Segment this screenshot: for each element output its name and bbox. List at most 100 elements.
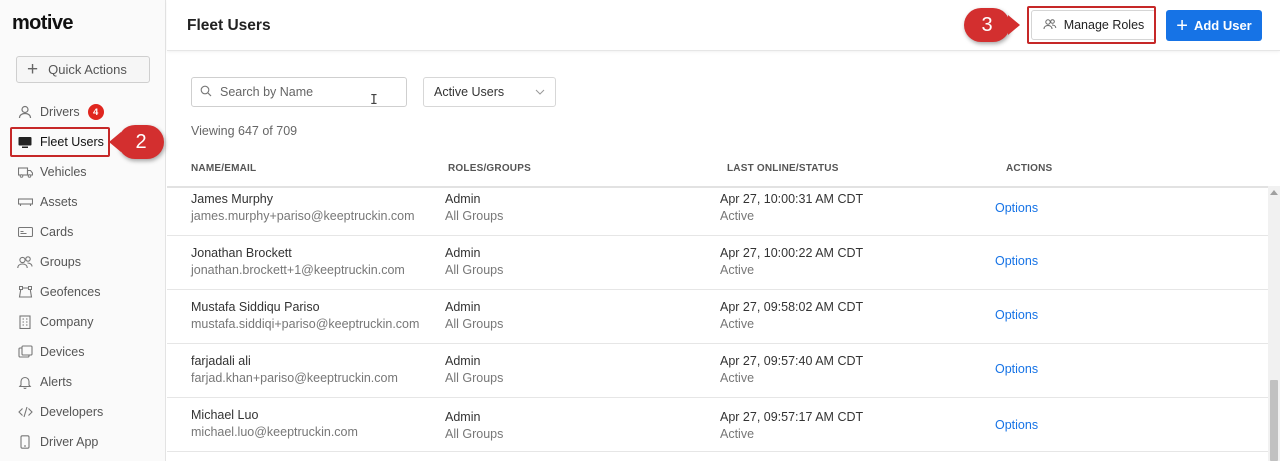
step-callout-3: 3: [964, 8, 1020, 42]
search-placeholder: Search by Name: [220, 85, 314, 99]
user-status: Active: [720, 209, 755, 223]
sidebar-item-company[interactable]: Company: [0, 307, 166, 337]
step-callout-2: 2: [109, 125, 164, 159]
column-header-actions: ACTIONS: [1006, 163, 1053, 174]
groups-icon: [17, 254, 33, 270]
sidebar-item-drivers[interactable]: Drivers 4: [0, 97, 166, 127]
sidebar-item-devices[interactable]: Devices: [0, 337, 166, 367]
user-group: All Groups: [445, 209, 504, 223]
sidebar-item-label: Devices: [40, 345, 85, 359]
manage-roles-label: Manage Roles: [1063, 18, 1145, 32]
chevron-down-icon: [535, 87, 545, 98]
user-group: All Groups: [445, 371, 504, 385]
table-row: farjadali ali farjad.khan+pariso@keeptru…: [167, 344, 1268, 398]
sidebar-item-label: Driver App: [40, 435, 99, 449]
sidebar-item-label: Alerts: [40, 375, 72, 389]
options-link[interactable]: Options: [995, 253, 1038, 270]
status-filter-select[interactable]: Active Users: [423, 77, 556, 107]
add-user-button[interactable]: + Add User: [1166, 10, 1262, 41]
sidebar-item-label: Vehicles: [40, 165, 87, 179]
monitor-icon: [17, 134, 33, 150]
user-name: Mustafa Siddiqu Pariso: [191, 300, 320, 314]
table-row: Jonathan Brockett jonathan.brockett+1@ke…: [167, 236, 1268, 290]
callout-badge: 2: [118, 125, 164, 159]
sidebar-item-label: Assets: [40, 195, 78, 209]
user-status: Active: [720, 317, 755, 331]
user-role: Admin: [445, 354, 481, 368]
sidebar-item-label: Company: [40, 315, 94, 329]
app-window: motive + Quick Actions Drivers 4 Fleet U…: [0, 0, 1280, 461]
table-row: Mustafa Siddiqu Pariso mustafa.siddiqi+p…: [167, 290, 1268, 344]
sidebar-item-label: Cards: [40, 225, 74, 239]
sidebar-item-alerts[interactable]: Alerts: [0, 367, 166, 397]
page-title: Fleet Users: [187, 17, 271, 34]
last-online: Apr 27, 10:00:22 AM CDT: [720, 246, 864, 260]
options-link[interactable]: Options: [995, 417, 1038, 434]
add-user-label: Add User: [1193, 18, 1252, 33]
column-header-last-online[interactable]: LAST ONLINE/STATUS: [727, 163, 839, 174]
result-count: Viewing 647 of 709: [191, 124, 298, 138]
options-link[interactable]: Options: [995, 307, 1038, 324]
sidebar-item-label: Fleet Users: [40, 135, 104, 149]
bell-icon: [17, 374, 33, 390]
callout-pointer: [109, 132, 121, 152]
sidebar-item-groups[interactable]: Groups: [0, 247, 166, 277]
user-role: Admin: [445, 192, 481, 206]
person-icon: [17, 104, 33, 120]
user-status: Active: [720, 263, 755, 277]
table-row: Michael Luo michael.luo@keeptruckin.com …: [167, 398, 1268, 452]
sidebar-item-geofences[interactable]: Geofences: [0, 277, 166, 307]
user-group: All Groups: [445, 427, 504, 441]
user-name: farjadali ali: [191, 354, 251, 368]
plus-icon: +: [1176, 14, 1188, 37]
sidebar-item-cards[interactable]: Cards: [0, 217, 166, 247]
user-table-body: James Murphy james.murphy+pariso@keeptru…: [167, 188, 1268, 461]
last-online: Apr 27, 09:58:02 AM CDT: [720, 300, 864, 314]
sidebar-item-driver-app[interactable]: Driver App: [0, 427, 166, 457]
sidebar-item-developers[interactable]: Developers: [0, 397, 166, 427]
devices-icon: [17, 344, 33, 360]
quick-actions-label: Quick Actions: [48, 62, 127, 77]
plus-icon: +: [27, 59, 39, 80]
truck-icon: [17, 164, 33, 180]
search-icon: [200, 85, 212, 100]
sidebar-item-vehicles[interactable]: Vehicles: [0, 157, 166, 187]
building-icon: [17, 314, 33, 330]
manage-roles-button[interactable]: Manage Roles: [1031, 10, 1156, 40]
options-link[interactable]: Options: [995, 200, 1038, 217]
phone-icon: [17, 434, 33, 450]
options-link[interactable]: Options: [995, 361, 1038, 378]
notification-badge: 4: [87, 104, 104, 120]
roles-icon: [1043, 18, 1057, 33]
text-cursor-icon: I: [370, 93, 378, 108]
status-filter-value: Active Users: [434, 85, 505, 99]
quick-actions-button[interactable]: + Quick Actions: [16, 56, 150, 83]
user-name: Michael Luo: [191, 408, 259, 422]
user-name: Jonathan Brockett: [191, 246, 292, 260]
user-status: Active: [720, 427, 755, 441]
last-online: Apr 27, 09:57:17 AM CDT: [720, 410, 864, 424]
user-role: Admin: [445, 246, 481, 260]
column-header-name[interactable]: NAME/EMAIL: [191, 163, 256, 174]
scroll-up-arrow-icon[interactable]: [1270, 190, 1278, 195]
user-name: James Murphy: [191, 192, 273, 206]
motive-logo[interactable]: motive: [12, 12, 73, 35]
callout-badge: 3: [964, 8, 1010, 42]
scrollbar-thumb[interactable]: [1270, 380, 1278, 461]
user-email: michael.luo@keeptruckin.com: [191, 425, 358, 439]
sidebar-item-label: Drivers: [40, 105, 80, 119]
user-role: Admin: [445, 300, 481, 314]
sidebar-item-assets[interactable]: Assets: [0, 187, 166, 217]
user-email: mustafa.siddiqi+pariso@keeptruckin.com: [191, 317, 420, 331]
user-email: james.murphy+pariso@keeptruckin.com: [191, 209, 415, 223]
user-email: jonathan.brockett+1@keeptruckin.com: [191, 263, 405, 277]
user-email: farjad.khan+pariso@keeptruckin.com: [191, 371, 398, 385]
user-group: All Groups: [445, 317, 504, 331]
sidebar-item-label: Geofences: [40, 285, 101, 299]
table-scrollbar[interactable]: [1268, 186, 1280, 461]
user-role: Admin: [445, 410, 481, 424]
sidebar: motive + Quick Actions Drivers 4 Fleet U…: [0, 0, 166, 461]
column-header-roles[interactable]: ROLES/GROUPS: [448, 163, 531, 174]
last-online: Apr 27, 09:57:40 AM CDT: [720, 354, 864, 368]
page-header: Fleet Users Manage Roles + Add User: [167, 0, 1280, 51]
